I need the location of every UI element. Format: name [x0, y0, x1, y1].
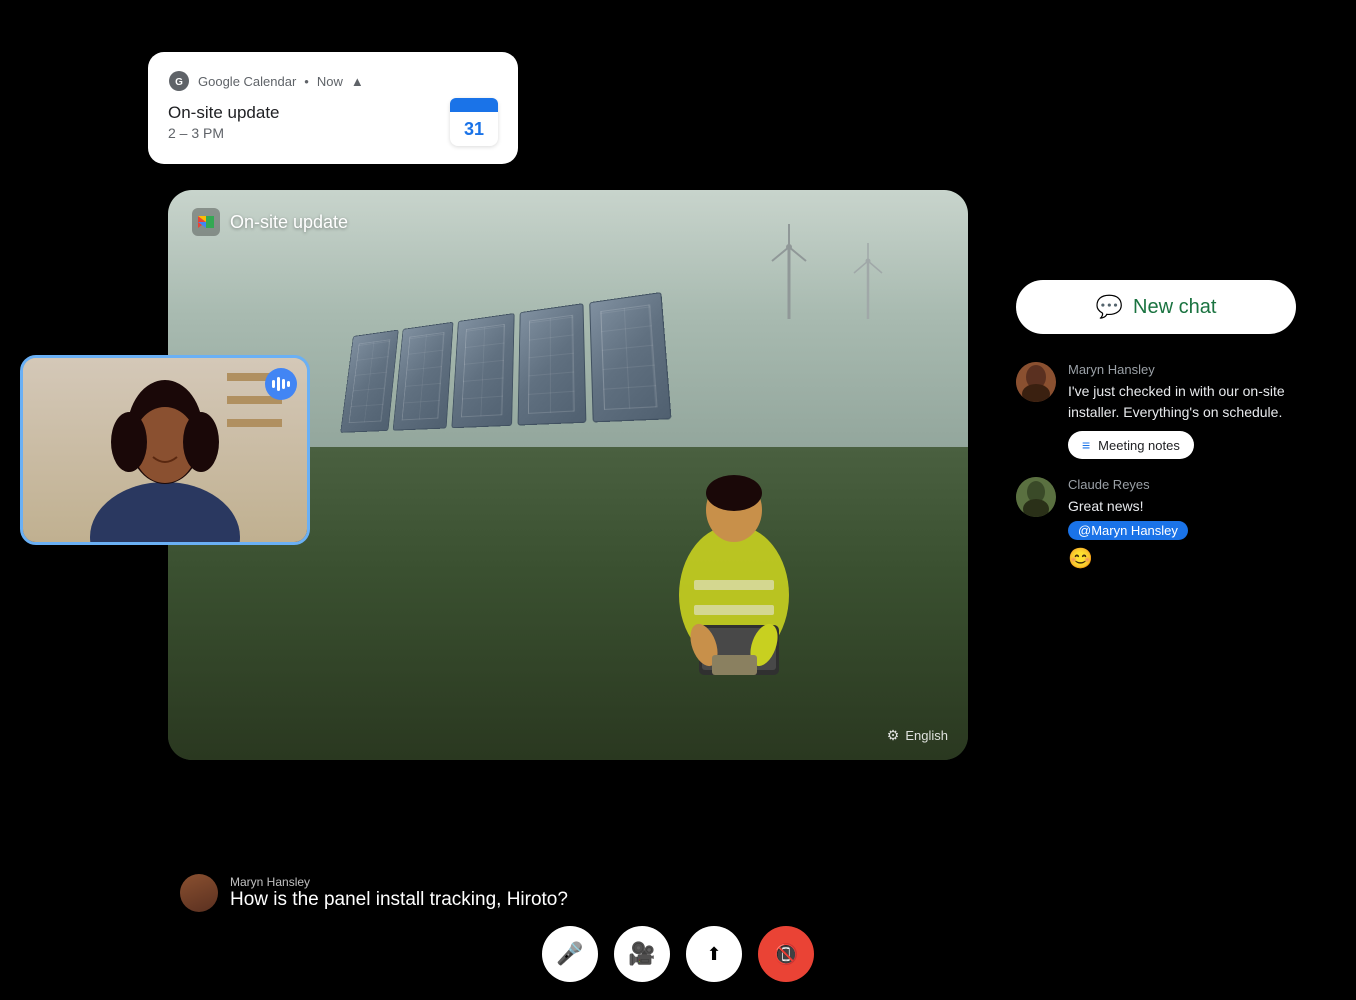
wind-turbines-visual: [734, 219, 888, 324]
message-text-claude: Great news!: [1068, 496, 1296, 517]
mic-icon: 🎤: [556, 941, 583, 967]
meeting-notes-chip[interactable]: ≡ Meeting notes: [1068, 431, 1194, 459]
solar-panel: [451, 313, 514, 428]
message-content-maryn: Maryn Hansley I've just checked in with …: [1068, 362, 1296, 459]
video-call-title: On-site update: [230, 212, 348, 233]
present-icon: ⬆: [706, 944, 721, 965]
solar-panel: [340, 330, 398, 433]
svg-text:G: G: [175, 77, 183, 88]
message-sender-maryn: Maryn Hansley: [1068, 362, 1296, 377]
meeting-notes-icon: ≡: [1082, 437, 1090, 453]
meeting-notes-label: Meeting notes: [1098, 438, 1180, 453]
self-video-thumbnail: [20, 355, 310, 545]
hangup-button[interactable]: 📵: [758, 926, 814, 982]
notification-time: Now: [317, 74, 343, 89]
worker-figure: [644, 415, 824, 675]
calendar-app-icon: 31: [450, 98, 498, 146]
solar-panel: [589, 292, 671, 422]
new-chat-label: New chat: [1133, 296, 1216, 319]
new-chat-button[interactable]: 💬 New chat: [1016, 280, 1296, 334]
notification-time-range: 2 – 3 PM: [168, 125, 280, 141]
google-meet-logo-icon: [192, 208, 220, 236]
solar-panel: [393, 322, 454, 431]
self-person-figure: [45, 367, 285, 542]
caption-speaker-name: Maryn Hansley: [230, 875, 568, 889]
language-label: English: [905, 728, 948, 743]
chat-message-claude: Claude Reyes Great news! @Maryn Hansley …: [1016, 477, 1296, 571]
audio-bars: [272, 377, 290, 391]
controls-bar: 🎤 🎥 ⬆ 📵: [542, 926, 814, 982]
message-sender-claude: Claude Reyes: [1068, 477, 1296, 492]
notification-card: G Google Calendar • Now ▲ On-site update…: [148, 52, 518, 164]
message-text-maryn: I've just checked in with our on-site in…: [1068, 381, 1296, 423]
present-button[interactable]: ⬆: [686, 926, 742, 982]
settings-icon: ⚙: [887, 727, 900, 744]
wind-turbine: [764, 219, 814, 324]
hangup-icon: 📵: [774, 942, 799, 967]
avatar-claude: [1016, 477, 1056, 517]
calendar-day-number: 31: [450, 112, 498, 146]
caption-bar: Maryn Hansley How is the panel install t…: [180, 874, 940, 912]
chat-messages-list: Maryn Hansley I've just checked in with …: [1016, 362, 1296, 571]
mention-maryn: @Maryn Hansley: [1068, 521, 1188, 540]
notification-title: On-site update: [168, 103, 280, 123]
audio-active-indicator: [265, 368, 297, 400]
notification-header: G Google Calendar • Now ▲: [168, 70, 498, 92]
message-content-claude: Claude Reyes Great news! @Maryn Hansley …: [1068, 477, 1296, 571]
notification-source: Google Calendar: [198, 74, 296, 89]
reaction-emoji: 😊: [1068, 546, 1296, 571]
caption-text: How is the panel install tracking, Hirot…: [230, 889, 568, 911]
audio-bar: [277, 377, 280, 391]
camera-icon: 🎥: [628, 941, 655, 967]
mic-button[interactable]: 🎤: [542, 926, 598, 982]
camera-button[interactable]: 🎥: [614, 926, 670, 982]
new-chat-icon: 💬: [1096, 294, 1123, 320]
audio-bar: [282, 379, 285, 389]
notification-chevron-icon: ▲: [351, 74, 364, 89]
wind-turbine: [848, 239, 888, 324]
notification-body: On-site update 2 – 3 PM 31: [168, 98, 498, 146]
audio-bar: [287, 381, 290, 387]
meet-overlay: On-site update: [192, 208, 348, 236]
google-calendar-icon: G: [168, 70, 190, 92]
chat-message-maryn: Maryn Hansley I've just checked in with …: [1016, 362, 1296, 459]
audio-bar: [272, 380, 275, 388]
caption-speaker-avatar: [180, 874, 218, 912]
avatar-maryn: [1016, 362, 1056, 402]
language-indicator[interactable]: ⚙ English: [887, 727, 948, 744]
notification-dot: •: [304, 74, 309, 89]
caption-content: Maryn Hansley How is the panel install t…: [230, 875, 568, 911]
chat-panel: 💬 New chat Maryn Hansley I've just check…: [1016, 280, 1296, 571]
solar-panel: [518, 303, 587, 425]
